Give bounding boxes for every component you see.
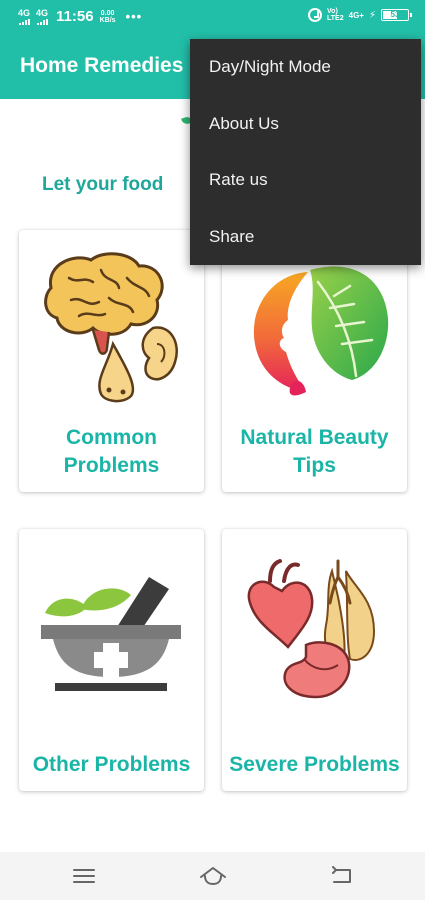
signal-1-label: 4G bbox=[18, 7, 31, 18]
face-leaf-icon bbox=[253, 266, 389, 396]
system-nav-bar bbox=[0, 852, 425, 900]
home-icon[interactable] bbox=[199, 866, 227, 886]
overflow-menu: Day/Night Mode About Us Rate us Share bbox=[190, 39, 421, 265]
status-left: 4G 4G 11:56 0.00 KB/s ••• bbox=[18, 8, 142, 25]
volte-line1: Vo) bbox=[327, 8, 338, 15]
mortar-pestle-icon bbox=[41, 577, 181, 691]
menu-icon[interactable] bbox=[72, 866, 96, 886]
clock: 11:56 bbox=[56, 8, 94, 25]
net-type-label: 4G+ bbox=[348, 10, 364, 20]
app-title: Home Remedies bbox=[20, 54, 184, 77]
brain-ear-nose-icon bbox=[44, 252, 178, 403]
menu-item-day-night-mode[interactable]: Day/Night Mode bbox=[190, 39, 421, 96]
more-notifications-icon: ••• bbox=[125, 9, 143, 24]
battery-level: 53 bbox=[390, 10, 400, 19]
tagline: Let your food bbox=[42, 174, 164, 195]
signal-icon: 4G bbox=[36, 7, 49, 25]
heart-lungs-stomach-icon bbox=[247, 559, 376, 699]
speed-value: 0.00 bbox=[100, 9, 115, 17]
card-label: Other Problems bbox=[32, 753, 191, 776]
volte-line2: LTE2 bbox=[327, 15, 344, 22]
menu-item-about-us[interactable]: About Us bbox=[190, 96, 421, 153]
speed-unit: KB/s bbox=[99, 16, 116, 24]
menu-item-share[interactable]: Share bbox=[190, 209, 421, 266]
card-label: Natural Beauty Tips bbox=[240, 426, 389, 477]
card-common-problems[interactable]: Common Problems bbox=[19, 230, 204, 492]
card-natural-beauty-tips[interactable]: Natural Beauty Tips bbox=[222, 230, 407, 492]
card-label: Common Problems bbox=[63, 426, 160, 477]
menu-item-rate-us[interactable]: Rate us bbox=[190, 152, 421, 209]
signal-icon: 4G bbox=[18, 7, 31, 25]
card-other-problems[interactable]: Other Problems bbox=[19, 529, 204, 791]
card-label: Severe Problems bbox=[229, 753, 400, 776]
alarm-icon bbox=[308, 8, 323, 22]
volte-indicator: Vo) LTE2 bbox=[327, 8, 344, 22]
battery-icon: 53 bbox=[381, 9, 412, 21]
charging-icon: ⚡ bbox=[368, 9, 376, 21]
back-icon[interactable] bbox=[330, 866, 354, 886]
signal-2-label: 4G bbox=[36, 7, 49, 18]
network-speed: 0.00 KB/s bbox=[100, 10, 116, 24]
status-bar: 4G 4G 11:56 0.00 KB/s ••• Vo) LTE2 4G+ ⚡… bbox=[0, 0, 425, 33]
status-right: Vo) LTE2 4G+ ⚡ 53 bbox=[308, 8, 412, 22]
card-severe-problems[interactable]: Severe Problems bbox=[222, 529, 407, 791]
